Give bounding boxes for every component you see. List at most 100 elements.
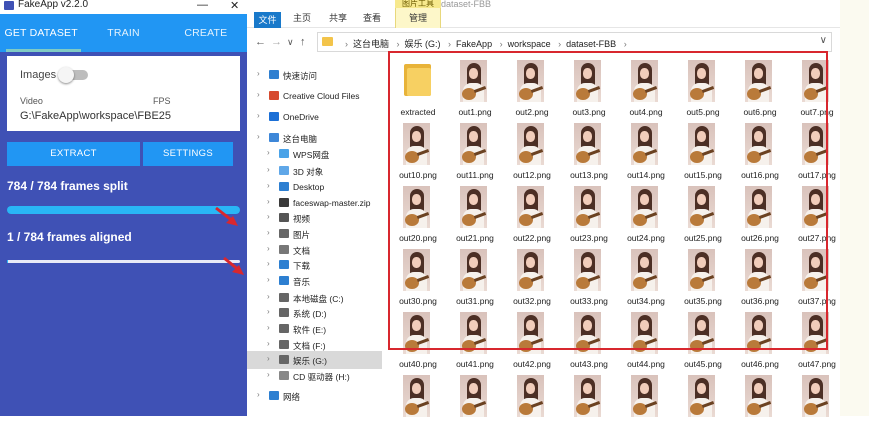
active-tab-indicator bbox=[6, 49, 81, 52]
video-icon bbox=[279, 213, 289, 222]
ribbon-tab-share[interactable]: 共享 bbox=[329, 11, 347, 24]
minimize-button[interactable]: — bbox=[197, 0, 208, 11]
ribbon-tab-file[interactable]: 文件 bbox=[254, 12, 281, 28]
file-item[interactable] bbox=[444, 370, 504, 432]
file-name: out43.png bbox=[570, 359, 608, 369]
expand-chevron-icon[interactable]: › bbox=[267, 197, 270, 206]
breadcrumb-item[interactable]: 娱乐 (G:) bbox=[405, 39, 441, 49]
fps-label: FPS bbox=[153, 96, 171, 106]
image-thumbnail bbox=[403, 375, 430, 417]
breadcrumb-item[interactable]: 这台电脑 bbox=[353, 39, 389, 49]
file-item[interactable] bbox=[786, 370, 846, 432]
expand-chevron-icon[interactable]: › bbox=[267, 339, 270, 348]
nav-item[interactable]: › OneDrive bbox=[247, 108, 382, 126]
tab-train[interactable]: TRAIN bbox=[82, 14, 164, 52]
drive-icon bbox=[279, 308, 289, 317]
navigation-pane: › 快速访问 › Creative Cloud Files › OneDrive › 这台电脑… bbox=[247, 58, 382, 416]
folder-icon bbox=[322, 37, 333, 46]
breadcrumb-item[interactable]: workspace bbox=[508, 39, 551, 49]
expand-chevron-icon[interactable]: › bbox=[267, 354, 270, 363]
forward-arrow-icon[interactable]: → bbox=[271, 36, 282, 48]
nav-item-label: 娱乐 (G:) bbox=[293, 356, 327, 366]
nav-item-label: Creative Cloud Files bbox=[283, 91, 360, 101]
image-thumbnail bbox=[574, 375, 601, 417]
expand-chevron-icon[interactable]: › bbox=[267, 259, 270, 268]
expand-chevron-icon[interactable]: › bbox=[257, 111, 260, 120]
images-label: Images bbox=[20, 69, 57, 81]
expand-chevron-icon[interactable]: › bbox=[267, 275, 270, 284]
nav-item[interactable]: › CD 驱动器 (H:) bbox=[247, 367, 382, 385]
desktop-icon bbox=[279, 182, 289, 191]
expand-chevron-icon[interactable]: › bbox=[257, 390, 260, 399]
ribbon-tab-view[interactable]: 查看 bbox=[363, 11, 381, 24]
expand-chevron-icon[interactable]: › bbox=[267, 228, 270, 237]
file-name: out44.png bbox=[627, 359, 665, 369]
expand-chevron-icon[interactable]: › bbox=[267, 370, 270, 379]
expand-chevron-icon[interactable]: › bbox=[267, 165, 270, 174]
ribbon-tab-home[interactable]: 主页 bbox=[293, 11, 311, 24]
expand-chevron-icon[interactable]: › bbox=[267, 244, 270, 253]
file-name: out41.png bbox=[456, 359, 494, 369]
split-status: 784 / 784 frames split bbox=[7, 179, 128, 193]
expand-chevron-icon[interactable]: › bbox=[257, 90, 260, 99]
nav-item[interactable]: › 快速访问 bbox=[247, 66, 382, 84]
nav-item-label: 网络 bbox=[283, 392, 301, 402]
file-item[interactable] bbox=[729, 370, 789, 432]
back-arrow-icon[interactable]: ← bbox=[255, 36, 266, 48]
split-progress-fill bbox=[7, 206, 240, 214]
pictures-icon bbox=[279, 229, 289, 238]
images-toggle[interactable] bbox=[58, 67, 88, 83]
ribbon-tab-manage[interactable]: 管理 bbox=[395, 8, 441, 28]
file-name: out46.png bbox=[741, 359, 779, 369]
background-strip bbox=[840, 0, 869, 416]
drive-icon bbox=[279, 324, 289, 333]
video-label: Video bbox=[20, 96, 43, 106]
drive-icon bbox=[279, 355, 289, 364]
expand-chevron-icon[interactable]: › bbox=[267, 292, 270, 301]
image-thumbnail bbox=[460, 375, 487, 417]
nav-item[interactable]: › WPS网盘 bbox=[247, 145, 382, 163]
expand-chevron-icon[interactable]: › bbox=[267, 181, 270, 190]
tab-get-dataset[interactable]: GET DATASET bbox=[0, 14, 82, 52]
expand-chevron-icon[interactable]: › bbox=[267, 307, 270, 316]
file-item[interactable] bbox=[672, 370, 732, 432]
expand-chevron-icon[interactable]: › bbox=[267, 212, 270, 221]
close-button[interactable]: ✕ bbox=[230, 0, 239, 12]
dataset-settings-card: Images Video FPS G:\FakeApp\workspace\FB… bbox=[7, 56, 240, 131]
expand-chevron-icon[interactable]: › bbox=[267, 148, 270, 157]
nav-item[interactable]: › 网络 bbox=[247, 387, 382, 405]
file-name: out45.png bbox=[684, 359, 722, 369]
image-thumbnail bbox=[802, 375, 829, 417]
file-item[interactable] bbox=[558, 370, 618, 432]
extract-button[interactable]: EXTRACT bbox=[7, 142, 140, 166]
music-icon bbox=[279, 276, 289, 285]
app-icon bbox=[4, 1, 14, 10]
breadcrumb-item[interactable]: FakeApp bbox=[456, 39, 492, 49]
tab-create[interactable]: CREATE bbox=[165, 14, 247, 52]
settings-button[interactable]: SETTINGS bbox=[143, 142, 233, 166]
nav-item-label: OneDrive bbox=[283, 112, 319, 122]
up-arrow-icon[interactable]: ↑ bbox=[300, 36, 306, 48]
nav-item-label: 视频 bbox=[293, 214, 311, 224]
cd-drive-icon bbox=[279, 371, 289, 380]
address-bar[interactable]: › 这台电脑 › 娱乐 (G:) › FakeApp › workspace › data… bbox=[317, 32, 832, 52]
context-tab-header: 图片工具 bbox=[395, 0, 441, 8]
recent-chevron-icon[interactable]: ∨ bbox=[287, 37, 294, 48]
nav-item-label: 下载 bbox=[293, 261, 311, 271]
address-dropdown-icon[interactable]: ∨ bbox=[820, 35, 827, 46]
file-name: out47.png bbox=[798, 359, 836, 369]
expand-chevron-icon[interactable]: › bbox=[257, 69, 260, 78]
breadcrumb-item[interactable]: dataset-FBB bbox=[566, 39, 616, 49]
drive-icon bbox=[279, 340, 289, 349]
file-item[interactable] bbox=[387, 370, 447, 432]
nav-item[interactable]: › Creative Cloud Files bbox=[247, 87, 382, 105]
nav-item[interactable]: › 音乐 bbox=[247, 272, 382, 290]
fakeapp-title: FakeApp v2.2.0 bbox=[18, 0, 89, 10]
expand-chevron-icon[interactable]: › bbox=[267, 323, 270, 332]
cloud-icon bbox=[279, 149, 289, 158]
video-path-input[interactable]: G:\FakeApp\workspace\FBE25 bbox=[20, 110, 171, 122]
onedrive-icon bbox=[269, 112, 279, 121]
file-item[interactable] bbox=[501, 370, 561, 432]
expand-chevron-icon[interactable]: › bbox=[257, 132, 260, 141]
file-item[interactable] bbox=[615, 370, 675, 432]
